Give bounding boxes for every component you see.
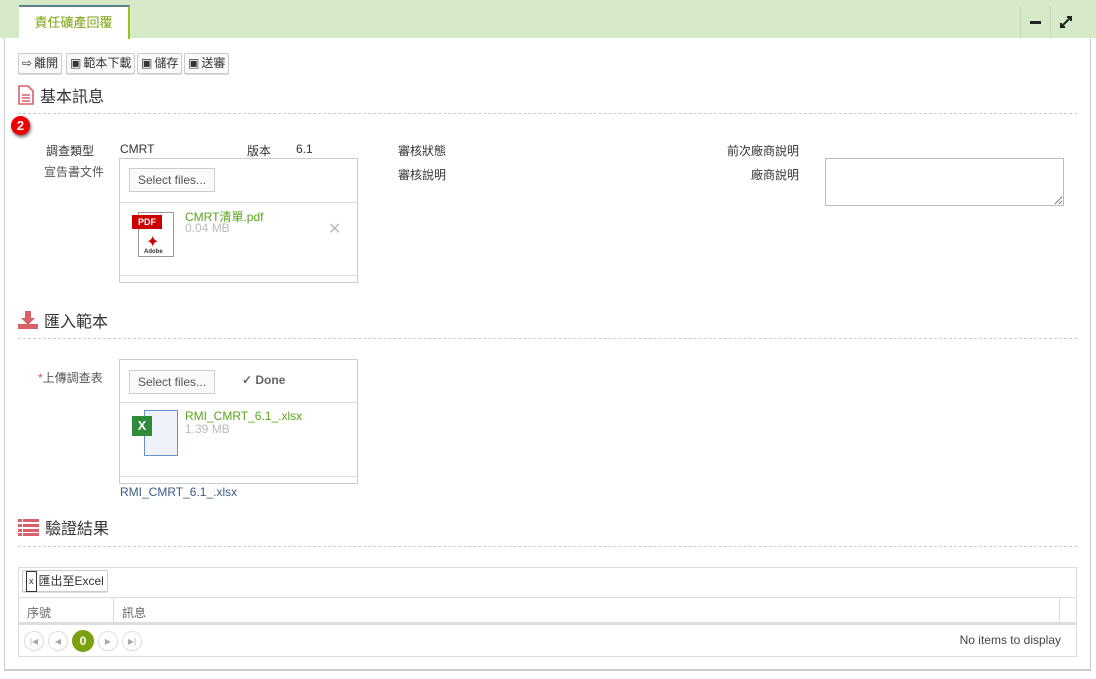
remove-file-icon[interactable]: ✕: [328, 219, 341, 239]
declaration-upload: Select files... PDF ✦ Adobe CMRT清單.pdf 0…: [119, 158, 358, 283]
check-icon: ✓: [242, 373, 256, 387]
save-icon: ▣: [70, 56, 82, 70]
document-icon: [18, 85, 34, 105]
save-button[interactable]: ▣ 儲存: [137, 53, 183, 74]
upload-survey-label: *上傳調查表: [38, 369, 103, 386]
minimize-button[interactable]: [1020, 6, 1050, 38]
select-files-button[interactable]: Select files...: [129, 370, 216, 394]
upload-status: ✓ Done: [242, 373, 285, 387]
validation-grid: x 匯出至Excel 序號 訊息 |◀ ◀ 0 ▶ ▶| No items to …: [18, 567, 1077, 657]
notification-badge: 2: [11, 116, 30, 135]
submit-label: 送審: [201, 56, 226, 70]
review-note-label: 審核說明: [398, 168, 447, 182]
minimize-icon: [1030, 20, 1041, 24]
current-page[interactable]: 0: [72, 630, 94, 652]
file-size: 0.04 MB: [185, 221, 230, 235]
prev-vendor-note-label: 前次廠商說明: [726, 144, 799, 158]
file-name[interactable]: RMI_CMRT_6.1_.xlsx: [185, 409, 302, 423]
column-header-seq[interactable]: 序號: [19, 598, 114, 623]
vendor-note-label: 廠商說明: [750, 168, 799, 182]
column-header-message[interactable]: 訊息: [114, 598, 1060, 623]
status-text: Done: [255, 373, 286, 387]
survey-type-value: CMRT: [120, 142, 155, 156]
export-label: 匯出至Excel: [38, 573, 104, 588]
export-excel-button[interactable]: x 匯出至Excel: [22, 570, 108, 592]
first-page-icon[interactable]: |◀: [24, 631, 44, 651]
next-page-icon[interactable]: ▶: [98, 631, 118, 651]
divider: [18, 113, 1077, 114]
pager: |◀ ◀ 0 ▶ ▶|: [24, 630, 142, 652]
leave-label: 離開: [34, 56, 59, 70]
download-template-button[interactable]: ▣ 範本下載: [66, 53, 136, 74]
download-icon: [18, 311, 38, 329]
divider: [18, 338, 1077, 339]
divider: [18, 546, 1077, 547]
survey-type-label: 調查類型: [46, 144, 95, 158]
survey-upload: Select files... ✓ Done X RMI_CMRT_6.1_.x…: [119, 359, 358, 484]
excel-icon: x: [26, 570, 37, 592]
last-page-icon[interactable]: ▶|: [122, 631, 142, 651]
maximize-button[interactable]: [1050, 6, 1080, 38]
section-title: 驗證結果: [45, 521, 110, 538]
file-size: 1.39 MB: [185, 422, 230, 436]
excel-file-icon: X: [132, 410, 180, 458]
vendor-note-textarea[interactable]: [825, 158, 1064, 206]
declaration-label: 宣告書文件: [44, 165, 105, 179]
section-import-template: 匯入範本: [18, 308, 108, 332]
save-icon: ▣: [188, 56, 200, 70]
upload-label-text: 上傳調查表: [42, 371, 103, 385]
submit-button[interactable]: ▣ 送審: [184, 53, 230, 74]
download-template-label: 範本下載: [83, 56, 132, 70]
tab-responsible-minerals[interactable]: 責任礦產回覆: [19, 5, 130, 39]
section-title: 基本訊息: [40, 89, 105, 106]
section-validation: 驗證結果: [18, 515, 109, 539]
grid-header: 序號 訊息: [19, 597, 1076, 625]
list-icon: [18, 518, 39, 536]
version-value: 6.1: [296, 142, 313, 156]
leave-button[interactable]: ⇨ 離開: [18, 53, 63, 74]
uploaded-file-link[interactable]: RMI_CMRT_6.1_.xlsx: [120, 485, 237, 499]
pdf-file-icon: PDF ✦ Adobe: [132, 212, 178, 258]
section-title: 匯入範本: [44, 314, 109, 331]
exit-icon: ⇨: [22, 56, 33, 70]
select-files-button[interactable]: Select files...: [129, 168, 216, 192]
section-basic-info: 基本訊息: [18, 83, 104, 107]
window-header: [0, 0, 1096, 38]
expand-icon: [1059, 16, 1072, 28]
save-icon: ▣: [141, 56, 153, 70]
prev-page-icon[interactable]: ◀: [48, 631, 68, 651]
review-status-label: 審核狀態: [398, 144, 447, 158]
pager-info: No items to display: [959, 633, 1061, 647]
save-label: 儲存: [154, 56, 179, 70]
version-label: 版本: [247, 144, 272, 158]
